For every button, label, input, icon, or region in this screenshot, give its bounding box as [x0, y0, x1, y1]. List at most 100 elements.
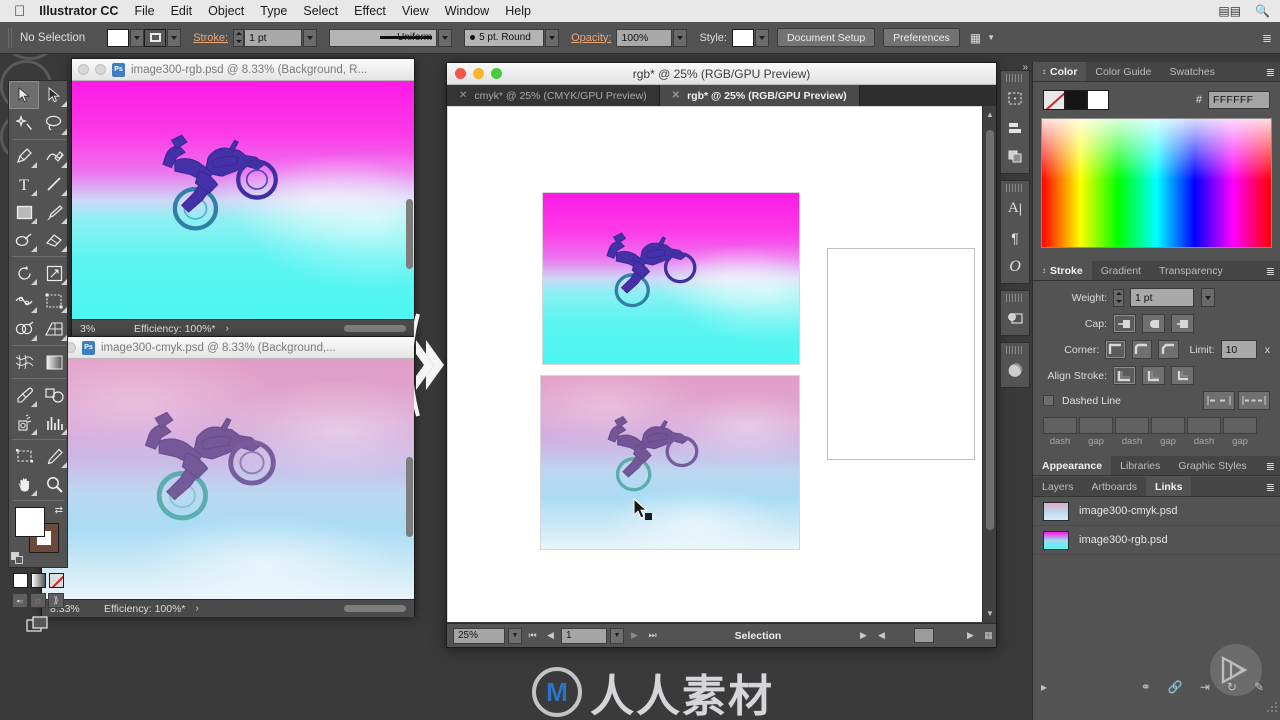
- tool-flyout-indicator[interactable]: [61, 162, 67, 168]
- stroke-weight-dropdown-arrow[interactable]: [303, 28, 318, 47]
- draw-behind-icon[interactable]: ◌: [30, 593, 46, 608]
- tab-stroke[interactable]: ↕ Stroke: [1033, 261, 1092, 280]
- first-artboard-icon[interactable]: ⏮: [525, 628, 540, 644]
- artboard-tool[interactable]: [9, 442, 39, 470]
- expand-status-chevron-icon[interactable]: ›: [196, 603, 199, 614]
- menu-item-help[interactable]: Help: [505, 4, 531, 18]
- pathfinder-icon[interactable]: [1001, 142, 1029, 171]
- panel-resize-grip-icon[interactable]: [1266, 700, 1278, 718]
- curvature-tool[interactable]: [39, 142, 69, 170]
- pen-tool[interactable]: [9, 142, 39, 170]
- illustrator-canvas[interactable]: [447, 106, 982, 622]
- panel-collapse-caret-icon[interactable]: ↕: [1042, 266, 1046, 275]
- opacity-field[interactable]: 100%: [616, 28, 673, 47]
- gap-field-3[interactable]: [1223, 417, 1257, 434]
- none-swatch[interactable]: [48, 573, 64, 588]
- tool-flyout-indicator[interactable]: [31, 279, 37, 285]
- panel-menu-icon[interactable]: ≣: [1266, 481, 1275, 494]
- placed-image-rgb[interactable]: [542, 192, 800, 365]
- prev-artboard-icon[interactable]: ◀: [543, 628, 558, 644]
- stroke-profile-dropdown-arrow[interactable]: [438, 28, 453, 47]
- gradient-tool[interactable]: [39, 348, 69, 376]
- align-outside-stroke-icon[interactable]: [1171, 366, 1194, 385]
- stroke-weight-stepper[interactable]: [233, 28, 245, 47]
- change-screen-mode-icon[interactable]: [9, 616, 67, 634]
- magic-wand-tool[interactable]: [9, 109, 39, 137]
- menu-item-view[interactable]: View: [402, 4, 429, 18]
- app-name-label[interactable]: Illustrator CC: [39, 4, 118, 18]
- white-chip[interactable]: [1087, 90, 1109, 110]
- photoshop-rgb-hscrollbar[interactable]: [344, 325, 406, 332]
- limit-field[interactable]: 10: [1220, 340, 1257, 359]
- close-tab-icon[interactable]: ✕: [459, 90, 467, 101]
- tab-graphic-styles[interactable]: Graphic Styles: [1169, 456, 1248, 475]
- empty-placed-frame[interactable]: [827, 248, 975, 460]
- direct-selection-tool[interactable]: [39, 81, 69, 109]
- tool-flyout-indicator[interactable]: [31, 246, 37, 252]
- solid-color-swatch[interactable]: [12, 573, 28, 588]
- tab-rgb[interactable]: ✕ rgb* @ 25% (RGB/GPU Preview): [659, 85, 860, 106]
- round-cap-icon[interactable]: [1142, 314, 1165, 333]
- color-spectrum-ramp[interactable]: [1041, 118, 1272, 248]
- rotate-tool[interactable]: [9, 259, 39, 287]
- hand-tool[interactable]: [9, 470, 39, 498]
- menu-item-edit[interactable]: Edit: [171, 4, 193, 18]
- photoshop-cmyk-hscrollbar[interactable]: [344, 605, 406, 612]
- free-transform-tool[interactable]: [39, 287, 69, 315]
- list-item[interactable]: image300-rgb.psd: [1033, 526, 1280, 555]
- lasso-tool[interactable]: [39, 109, 69, 137]
- zoom-level-field[interactable]: 25%: [453, 627, 505, 644]
- expand-link-info-icon[interactable]: ▸: [1041, 680, 1047, 694]
- collapse-panels-icon[interactable]: »: [1022, 62, 1028, 73]
- battery-icon[interactable]: ▤▤: [1218, 4, 1241, 18]
- next-artboard-icon[interactable]: ▶: [627, 628, 642, 644]
- panel-menu-icon[interactable]: ≣: [1266, 460, 1275, 473]
- align-dropdown-arrow[interactable]: ▼: [987, 33, 995, 42]
- tab-color[interactable]: ↕ Color: [1033, 62, 1087, 81]
- vertical-scroll-thumb[interactable]: [986, 130, 994, 530]
- none-chip[interactable]: [1043, 90, 1065, 110]
- photoshop-cmyk-title-bar[interactable]: Ps image300-cmyk.psd @ 8.33% (Background…: [42, 337, 414, 359]
- menu-item-type[interactable]: Type: [260, 4, 287, 18]
- photoshop-rgb-zoom[interactable]: 3%: [72, 323, 134, 335]
- zoom-level-dropdown-arrow[interactable]: ▼: [508, 627, 522, 644]
- stroke-swatch[interactable]: [144, 28, 167, 47]
- canvas-vertical-scrollbar[interactable]: ▲ ▼: [982, 106, 996, 622]
- illustrator-document-window[interactable]: rgb* @ 25% (RGB/GPU Preview) ✕ cmyk* @ 2…: [446, 62, 997, 648]
- fill-swatch[interactable]: [107, 28, 130, 47]
- hscroll-left-arrow-icon[interactable]: ◀: [874, 628, 889, 644]
- dock-grip[interactable]: [1006, 74, 1024, 82]
- tool-flyout-indicator[interactable]: [61, 190, 67, 196]
- opacity-dropdown-arrow[interactable]: [673, 28, 688, 47]
- brush-definition-field[interactable]: 5 pt. Round: [464, 28, 545, 47]
- gap-field-1[interactable]: [1079, 417, 1113, 434]
- swap-fill-stroke-icon[interactable]: ⇄: [55, 505, 63, 516]
- panel-collapse-caret-icon[interactable]: ↕: [1042, 67, 1046, 76]
- tool-flyout-indicator[interactable]: [61, 307, 67, 313]
- control-bar-panel-menu-icon[interactable]: ≣: [1262, 31, 1272, 45]
- menu-item-effect[interactable]: Effect: [354, 4, 386, 18]
- weight-stepper[interactable]: [1113, 288, 1124, 307]
- tool-flyout-indicator[interactable]: [61, 218, 67, 224]
- projecting-cap-icon[interactable]: [1171, 314, 1194, 333]
- tool-flyout-indicator[interactable]: [31, 490, 37, 496]
- tab-libraries[interactable]: Libraries: [1111, 456, 1169, 475]
- control-bar-grip[interactable]: [8, 27, 14, 48]
- tool-flyout-indicator[interactable]: [31, 401, 37, 407]
- scroll-down-arrow-icon[interactable]: ▼: [986, 609, 994, 618]
- type-tool[interactable]: T: [9, 170, 39, 198]
- tool-flyout-indicator[interactable]: [31, 218, 37, 224]
- gradient-swatch[interactable]: [30, 573, 46, 588]
- stroke-profile-field[interactable]: Uniform: [329, 28, 438, 47]
- blend-tool[interactable]: [39, 381, 69, 409]
- dash-exact-icon[interactable]: [1203, 391, 1235, 410]
- photoshop-cmyk-canvas[interactable]: [42, 359, 414, 599]
- tab-layers[interactable]: Layers: [1033, 477, 1083, 496]
- stroke-dropdown-arrow[interactable]: [167, 28, 182, 47]
- hscroll-right-arrow-icon[interactable]: ▶: [963, 628, 978, 644]
- artboard[interactable]: [448, 107, 982, 622]
- dock-grip[interactable]: [1006, 346, 1024, 354]
- align-inside-stroke-icon[interactable]: [1142, 366, 1165, 385]
- photoshop-cmyk-vscrollbar[interactable]: [406, 457, 413, 537]
- weight-field[interactable]: 1 pt: [1130, 288, 1194, 307]
